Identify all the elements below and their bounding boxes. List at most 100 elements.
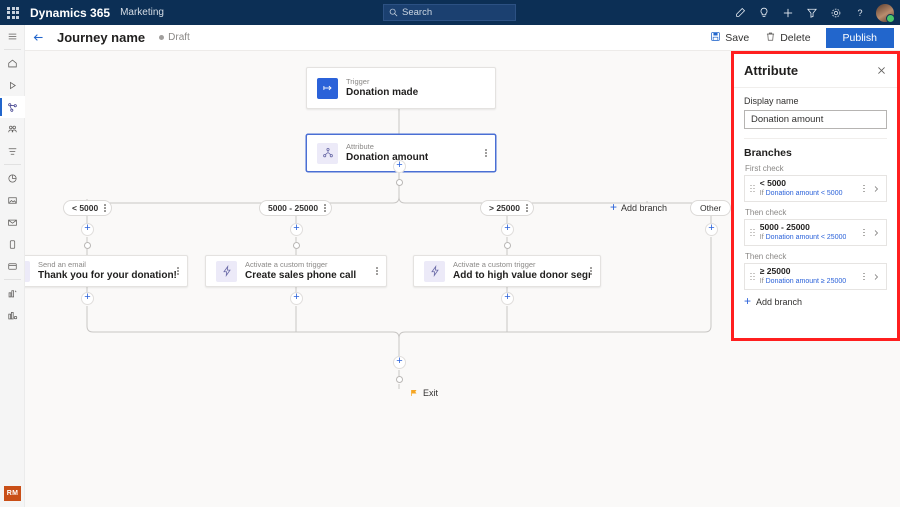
sidebar-item-journeys[interactable] [0,96,25,118]
sidebar-item-customers[interactable] [0,118,25,140]
app-launcher-icon[interactable] [0,0,26,25]
svg-text:?: ? [857,8,862,18]
node-add-high-value-donor-segment-subtitle: Activate a custom trigger [453,260,590,270]
publish-button[interactable]: Publish [826,28,894,48]
rail-divider-3 [4,279,21,280]
connector-dot-col2 [293,242,300,249]
branch-card-2-menu[interactable] [863,229,865,236]
node-attribute-menu[interactable] [485,149,487,157]
branch-card-1-title: < 5000 [760,178,843,189]
branches-section-title: Branches [744,147,887,159]
display-name-label: Display name [744,96,887,106]
drag-handle-icon[interactable] [750,229,755,237]
sidebar-item-emails[interactable] [0,211,25,233]
plus-icon[interactable] [776,0,800,25]
display-name-input[interactable] [744,110,887,129]
filter-icon[interactable] [800,0,824,25]
sidebar-item-assets[interactable] [0,189,25,211]
branch-pill-2[interactable]: 5000 - 25000 [259,200,332,216]
lightbulb-icon[interactable] [752,0,776,25]
menu-icon[interactable] [0,25,25,47]
search-input[interactable]: Search [383,4,516,21]
branch-1-check-label: First check [745,164,887,173]
panel-add-branch-label: Add branch [756,297,802,307]
add-step-button-col3[interactable]: + [501,223,514,236]
panel-add-branch-button[interactable]: + Add branch [744,296,887,308]
node-send-email-menu[interactable] [177,267,179,275]
branch-card-3-menu[interactable] [863,273,865,280]
branch-pill-1-menu[interactable] [104,204,106,211]
avatar[interactable] [876,4,894,22]
node-create-sales-phone-call-menu[interactable] [376,267,378,275]
chevron-right-icon[interactable] [872,273,880,281]
branch-card-1-menu[interactable] [863,185,865,192]
back-arrow-icon[interactable] [25,25,51,51]
delete-label: Delete [780,32,810,44]
exit-label: Exit [423,388,438,398]
node-add-high-value-donor-segment[interactable]: Activate a custom trigger Add to high va… [413,255,601,287]
add-step-button-before-exit[interactable]: + [393,356,406,369]
branch-pill-3[interactable]: > 25000 [480,200,534,216]
node-attribute-title: Donation amount [346,152,428,164]
sidebar-item-analytics[interactable] [0,167,25,189]
sidebar-item-reports[interactable] [0,282,25,304]
branch-pill-3-menu[interactable] [526,204,528,211]
branch-card-3[interactable]: ≥ 25000 If Donation amount ≥ 25000 [744,263,887,290]
env-badge: RM [4,486,21,501]
chevron-right-icon[interactable] [872,229,880,237]
panel-title: Attribute [744,63,798,78]
node-send-email-text: Send an email Thank you for your donatio… [38,260,177,282]
branch-card-2[interactable]: 5000 - 25000 If Donation amount < 25000 [744,219,887,246]
sidebar-item-home[interactable] [0,52,25,74]
node-add-high-value-donor-segment-menu[interactable] [590,267,592,275]
branch-pill-other[interactable]: Other [690,200,731,216]
rail-divider-2 [4,164,21,165]
delete-button[interactable]: Delete [758,28,817,48]
sidebar-item-text-messages[interactable] [0,233,25,255]
search-container[interactable]: Search [383,4,516,21]
branch-card-2-condition: If Donation amount < 25000 [760,233,847,243]
close-icon[interactable] [876,65,887,76]
email-icon [25,261,30,282]
node-create-sales-phone-call[interactable]: Activate a custom trigger Create sales p… [205,255,387,287]
drag-handle-icon[interactable] [750,273,755,281]
status-badge: Draft [159,32,190,43]
chevron-right-icon[interactable] [872,185,880,193]
canvas-add-branch-button[interactable]: + Add branch [610,200,667,216]
rail-divider [4,49,21,50]
node-create-sales-phone-call-title: Create sales phone call [245,270,356,282]
gear-icon[interactable] [824,0,848,25]
add-step-button-1[interactable]: + [393,160,406,173]
attribute-branch-icon [317,143,338,164]
command-actions: Save Delete Publish [703,28,900,48]
search-icon [389,8,398,17]
branch-pill-2-menu[interactable] [324,204,326,211]
help-icon[interactable]: ? [848,0,872,25]
add-step-button-other[interactable]: + [705,223,718,236]
app-name: Marketing [120,7,164,18]
add-step-button-col2[interactable]: + [290,223,303,236]
add-step-button-after-segment[interactable]: + [501,292,514,305]
branch-pill-1[interactable]: < 5000 [63,200,112,216]
sidebar-item-segments[interactable] [0,140,25,162]
add-step-button-after-email[interactable]: + [81,292,94,305]
branch-card-3-text: ≥ 25000 If Donation amount ≥ 25000 [760,266,846,287]
node-add-high-value-donor-segment-title: Add to high value donor segment [453,270,590,282]
branch-pill-other-label: Other [700,203,721,213]
drag-handle-icon[interactable] [750,185,755,193]
node-exit[interactable]: Exit [410,388,438,398]
sidebar-item-forms[interactable] [0,255,25,277]
left-nav-rail: RM [0,25,25,507]
add-step-button-col1[interactable]: + [81,223,94,236]
sidebar-item-insights[interactable] [0,304,25,326]
save-button[interactable]: Save [703,28,756,48]
edit-icon[interactable] [728,0,752,25]
add-step-button-after-phone[interactable]: + [290,292,303,305]
branch-card-1[interactable]: < 5000 If Donation amount < 5000 [744,175,887,202]
node-send-email[interactable]: Send an email Thank you for your donatio… [25,255,188,287]
trash-icon [765,31,776,45]
sidebar-item-recent[interactable] [0,74,25,96]
node-create-sales-phone-call-text: Activate a custom trigger Create sales p… [245,260,356,282]
node-trigger[interactable]: Trigger Donation made [306,67,496,109]
branch-card-1-text: < 5000 If Donation amount < 5000 [760,178,843,199]
